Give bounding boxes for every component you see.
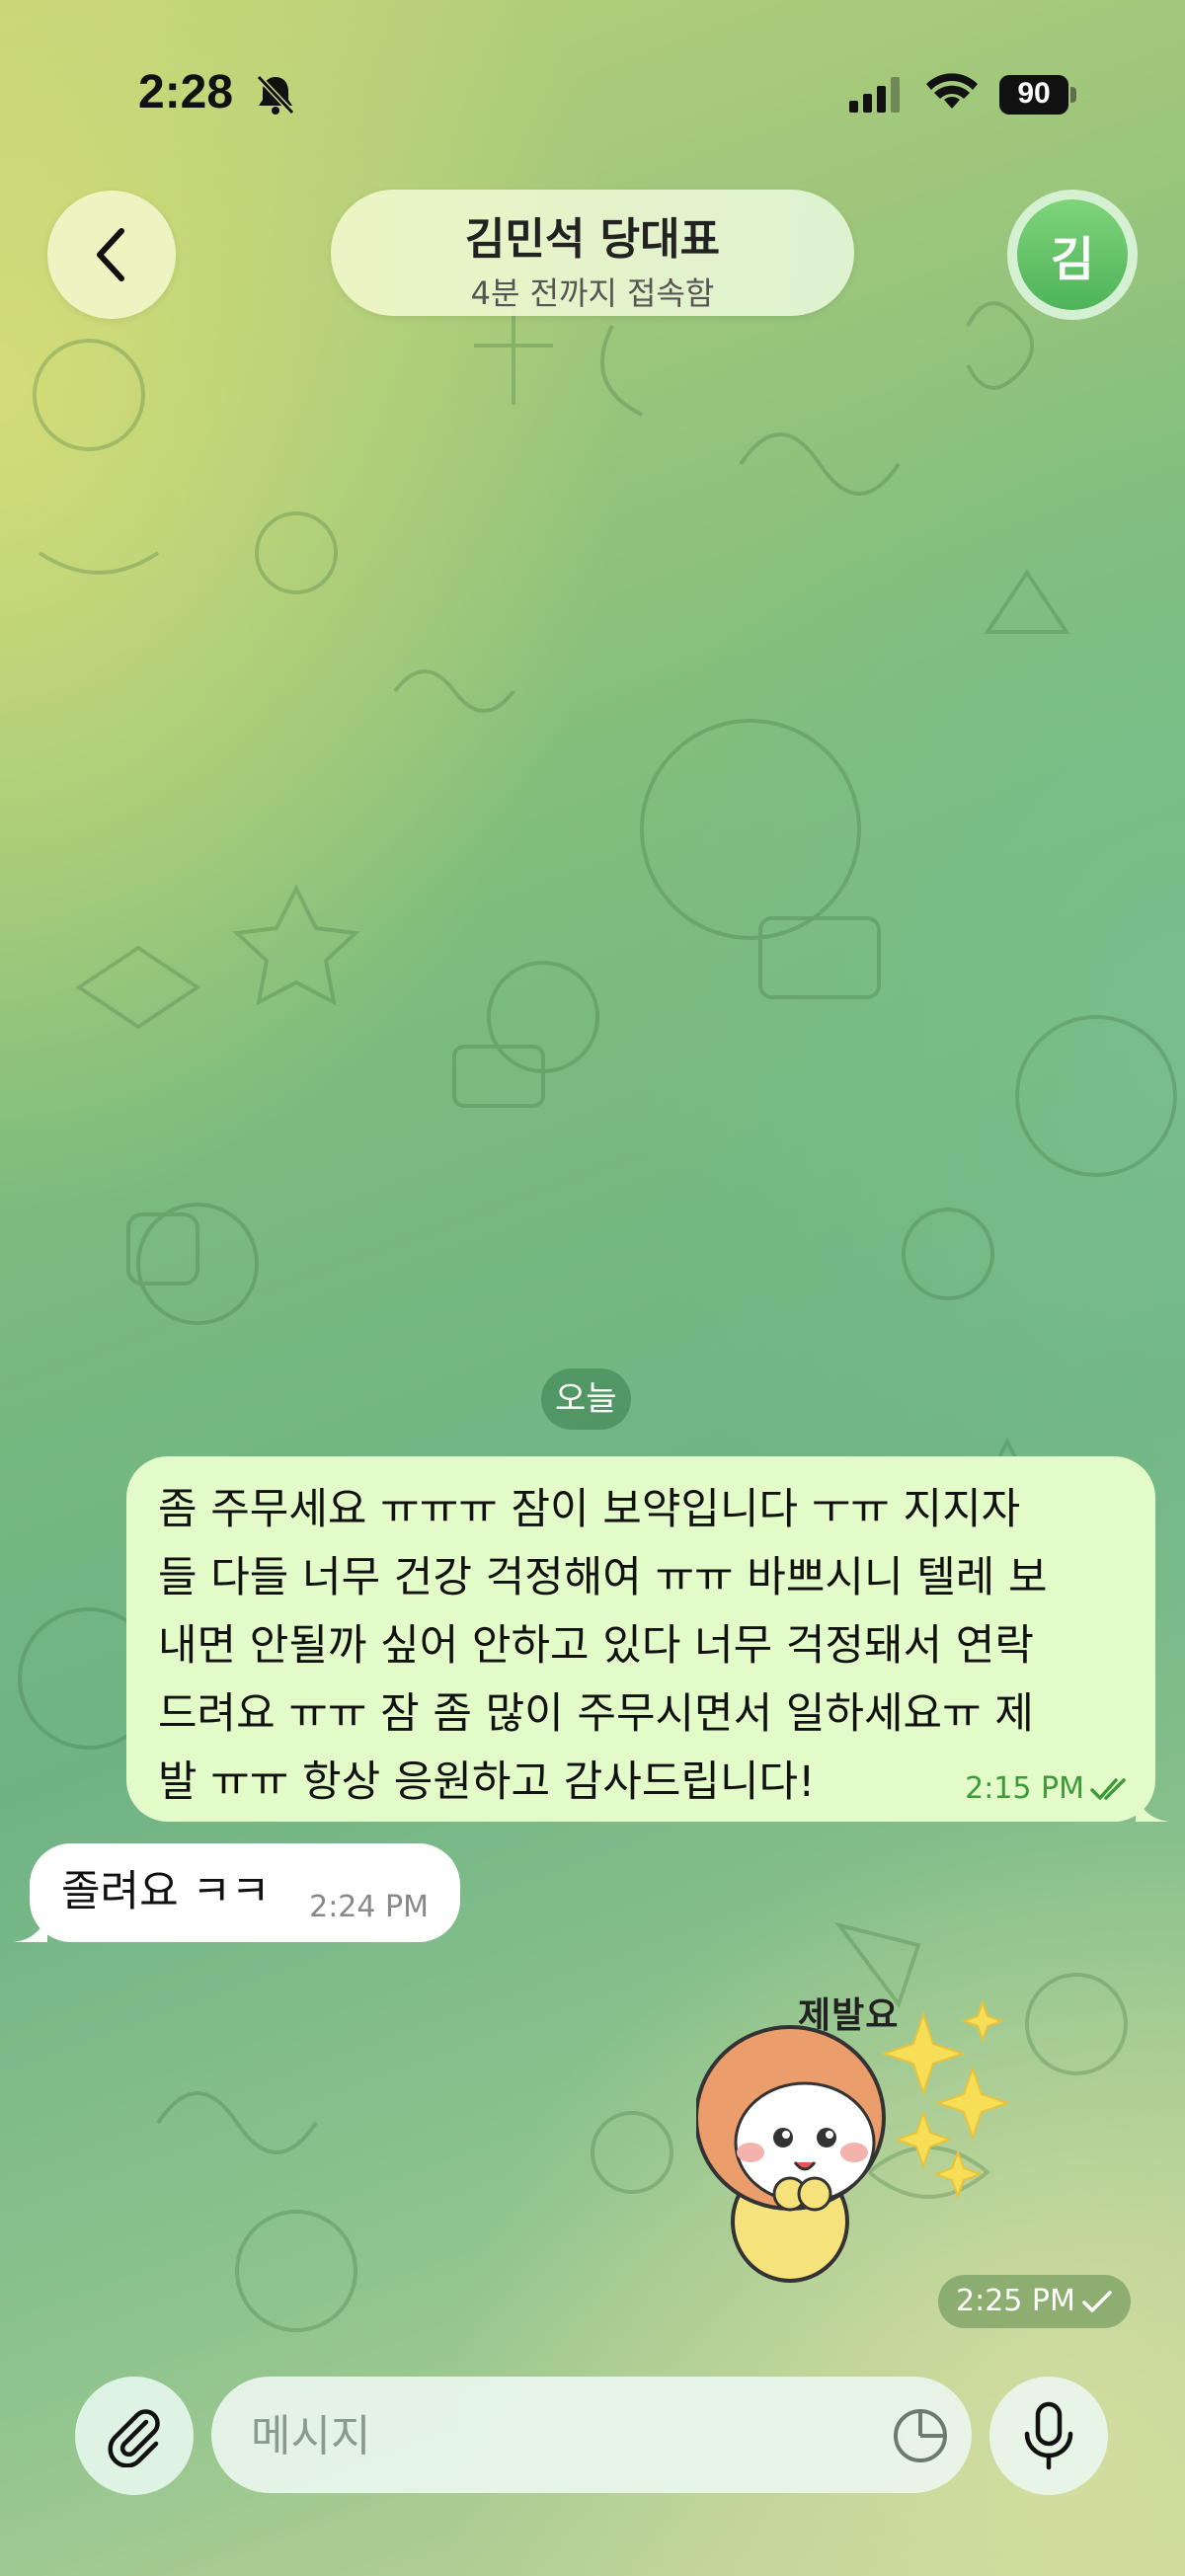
message-time: 2:25 PM: [956, 2284, 1075, 2318]
message-input[interactable]: [249, 2377, 845, 2495]
chat-screen: 2:28 90 김민석 당대표 4분 전까지 접속함 김 오늘 좀 주무세요 ㅠ…: [0, 0, 1185, 2576]
sticker-meta: 2:25 PM: [938, 2275, 1131, 2328]
sticker-icon[interactable]: [891, 2406, 950, 2465]
incoming-message[interactable]: 졸려요 ㅋㅋ 2:24 PM: [14, 1843, 460, 1942]
message-time: 2:15 PM: [965, 1771, 1084, 1806]
chevron-left-icon: [97, 228, 124, 281]
message-input-container[interactable]: [211, 2377, 972, 2495]
avatar-letter: 김: [1017, 199, 1128, 310]
wifi-icon: [926, 73, 978, 109]
last-seen-status: 4분 전까지 접속함: [470, 274, 715, 312]
status-bar: 2:28 90: [0, 0, 1185, 188]
cellular-signal-icon: [849, 77, 900, 113]
message-time: 2:24 PM: [309, 1890, 429, 1924]
message-meta: 2:15 PM: [965, 1771, 1134, 1806]
contact-avatar[interactable]: 김: [1007, 190, 1138, 320]
attach-button[interactable]: [75, 2377, 194, 2495]
contact-name: 김민석 당대표: [464, 214, 721, 265]
battery-level: 90: [1017, 77, 1051, 110]
microphone-icon: [1024, 2401, 1073, 2470]
double-check-icon: [1090, 1777, 1126, 1800]
paperclip-icon: [108, 2409, 160, 2467]
battery-indicator: 90: [999, 75, 1078, 115]
sticker-image[interactable]: [696, 1975, 1032, 2301]
bubble-tail: [14, 1909, 47, 1942]
bubble-tail: [1136, 1788, 1169, 1822]
silent-mode-icon: [256, 74, 295, 116]
check-icon: [1082, 2291, 1112, 2312]
message-text: 졸려요 ㅋㅋ: [61, 1867, 271, 1916]
chat-title[interactable]: 김민석 당대표 4분 전까지 접속함: [331, 190, 854, 316]
outgoing-message[interactable]: 좀 주무세요 ㅠㅠㅠ 잠이 보약입니다 ㅜㅠ 지지자 들 다들 너무 건강 걱정…: [126, 1456, 1169, 1822]
voice-message-button[interactable]: [989, 2377, 1108, 2495]
status-time: 2:28: [138, 66, 234, 118]
back-button[interactable]: [47, 191, 176, 319]
message-text: 좀 주무세요 ㅠㅠㅠ 잠이 보약입니다 ㅜㅠ 지지자 들 다들 너무 건강 걱정…: [158, 1485, 1048, 1807]
date-separator: 오늘: [541, 1368, 631, 1430]
